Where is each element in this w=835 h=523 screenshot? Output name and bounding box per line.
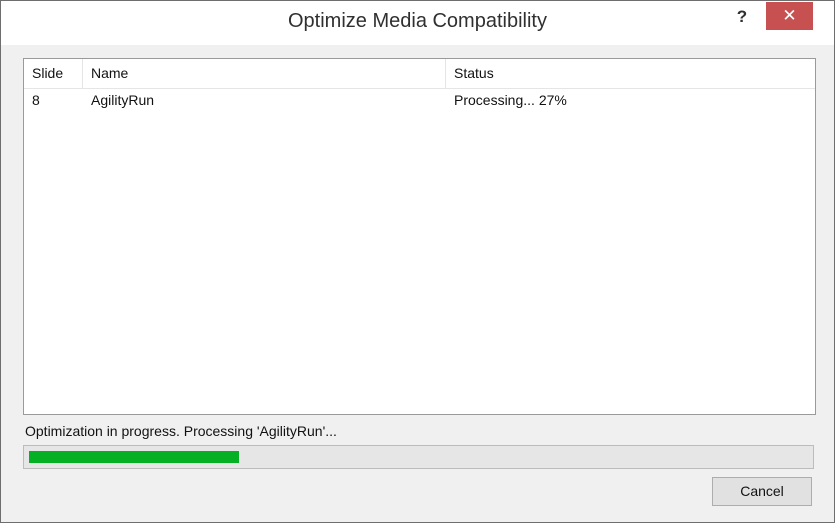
- cell-name: AgilityRun: [91, 92, 155, 108]
- progress-message: Optimization in progress. Processing 'Ag…: [25, 423, 337, 439]
- progress-bar: [23, 445, 814, 469]
- list-header: Slide Name Status: [24, 59, 815, 89]
- dialog-title: Optimize Media Compatibility: [288, 10, 547, 32]
- cancel-button[interactable]: Cancel: [712, 477, 812, 506]
- close-icon: ✕: [782, 6, 797, 25]
- cell-slide: 8: [32, 92, 40, 108]
- column-header-slide[interactable]: Slide: [24, 59, 82, 88]
- media-list[interactable]: Slide Name Status 8 AgilityRun Processin…: [23, 58, 816, 415]
- cell-status: Processing... 27%: [454, 92, 567, 108]
- column-header-name[interactable]: Name: [83, 59, 445, 88]
- optimize-media-dialog: Optimize Media Compatibility ? ✕ Slide N…: [0, 0, 835, 523]
- list-row[interactable]: 8 AgilityRun Processing... 27%: [24, 88, 815, 112]
- progress-bar-fill: [29, 451, 239, 463]
- help-button[interactable]: ?: [731, 5, 753, 29]
- close-button[interactable]: ✕: [766, 2, 813, 30]
- title-bar[interactable]: Optimize Media Compatibility ? ✕: [1, 1, 834, 45]
- column-header-status[interactable]: Status: [446, 59, 815, 88]
